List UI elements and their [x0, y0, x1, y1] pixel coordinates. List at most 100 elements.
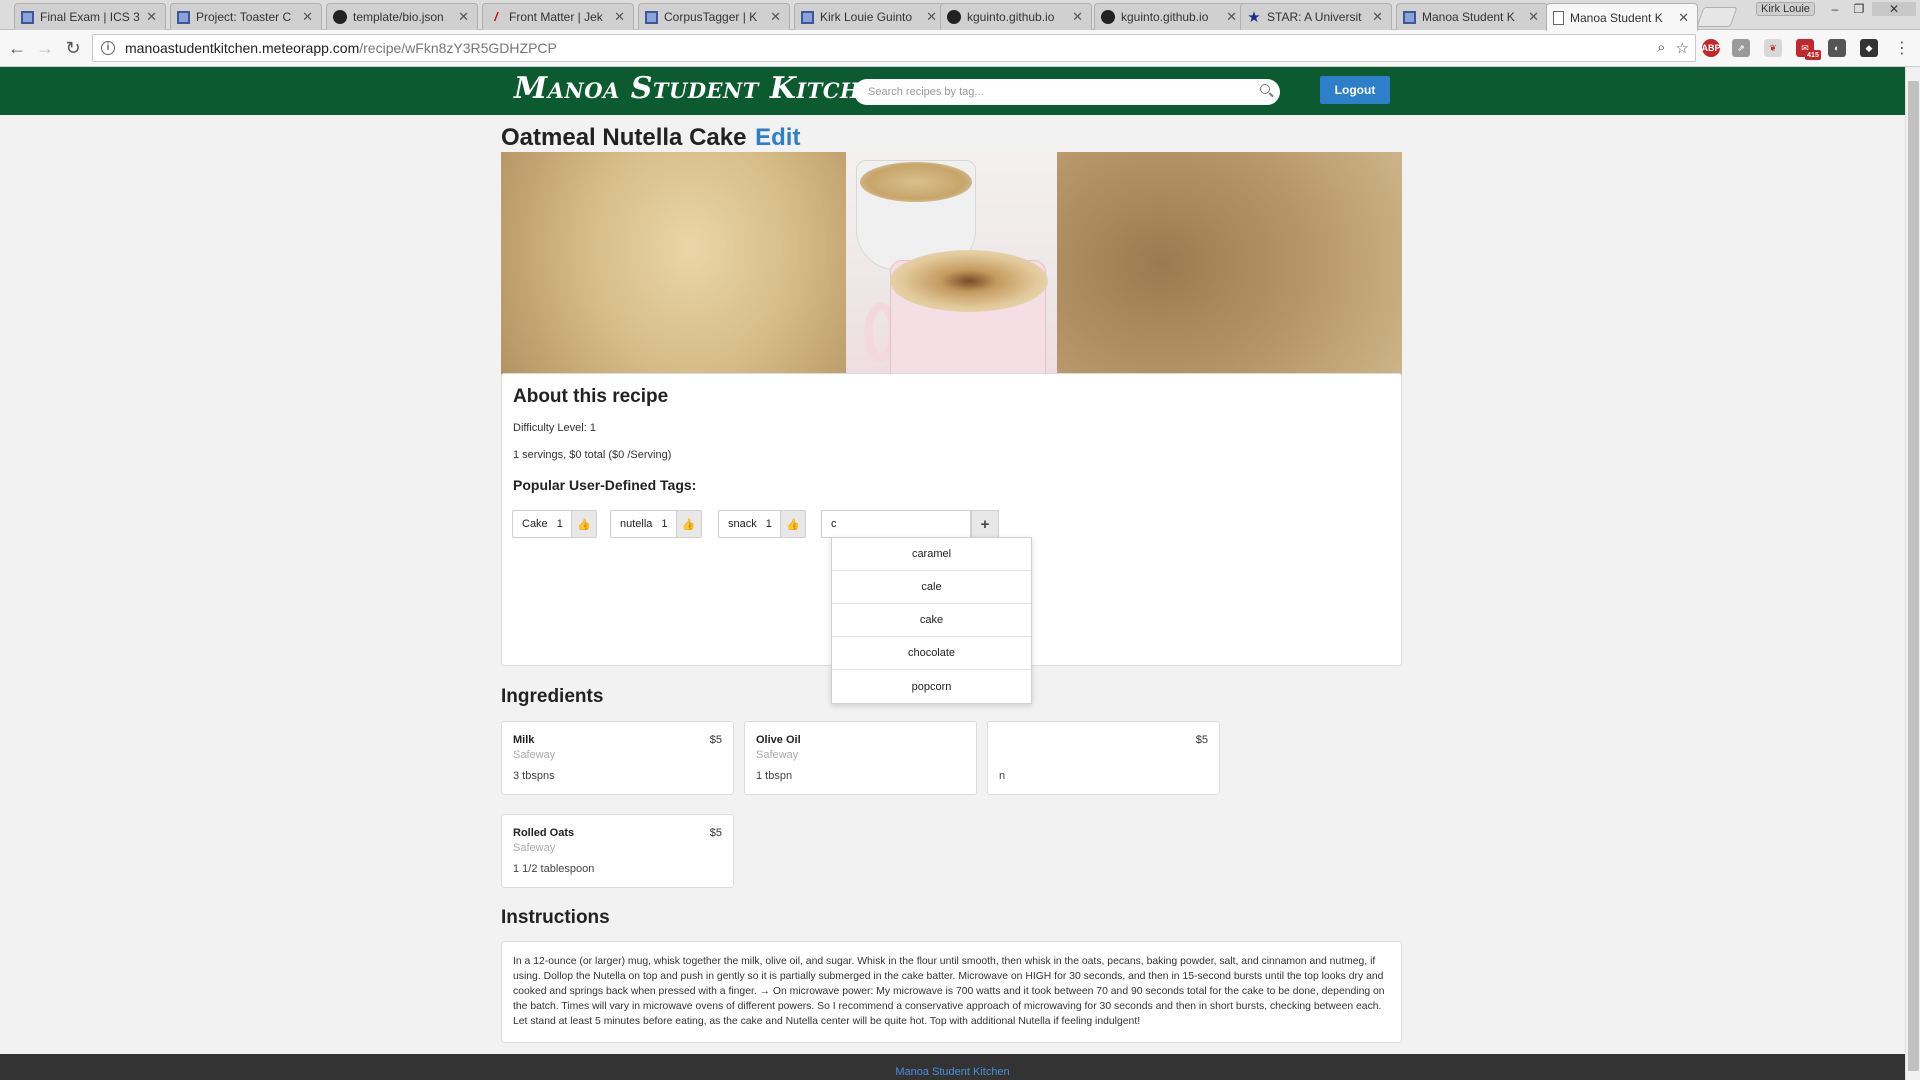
info-icon[interactable]: i — [101, 41, 115, 55]
close-icon[interactable]: ✕ — [1528, 9, 1539, 25]
browser-tab-active[interactable]: Manoa Student K ✕ — [1546, 3, 1698, 31]
shield-icon[interactable]: ◆ — [1860, 39, 1878, 57]
doc-icon — [177, 10, 190, 24]
suggestion-item[interactable]: caramel — [832, 538, 1031, 571]
ingredient-price: $5 — [709, 827, 722, 839]
browser-tab[interactable]: CorpusTagger | K ✕ — [638, 3, 790, 30]
tag-count: 1 — [661, 518, 668, 530]
browser-toolbar: ← → ↻ i manoastudentkitchen.meteorapp.co… — [0, 30, 1920, 67]
close-window-icon[interactable]: ✕ — [1872, 2, 1916, 16]
close-icon[interactable]: ✕ — [1226, 9, 1237, 25]
browser-tab[interactable]: kguinto.github.io ✕ — [1094, 3, 1246, 30]
tab-title: kguinto.github.io — [967, 10, 1055, 24]
site-navbar: Manoa Student Kitchen Search recipes by … — [0, 67, 1905, 115]
ingredient-card: Milk $5 Safeway 3 tbspns — [501, 721, 734, 795]
browser-tab[interactable]: ★ STAR: A Universit ✕ — [1240, 3, 1392, 30]
close-icon[interactable]: ✕ — [926, 9, 937, 25]
address-bar[interactable]: i manoastudentkitchen.meteorapp.com/reci… — [92, 34, 1696, 62]
back-icon[interactable]: ← — [6, 38, 28, 60]
adblock-icon[interactable]: ABP — [1702, 39, 1721, 57]
extension-icon[interactable]: ◐ — [1828, 39, 1846, 57]
forward-icon[interactable]: → — [34, 38, 56, 60]
tag-chip: nutella 1 👍 — [610, 510, 702, 538]
ingredient-store: Safeway — [756, 749, 799, 761]
browser-tab[interactable]: Kirk Louie Guinto ✕ — [794, 3, 946, 30]
close-icon[interactable]: ✕ — [614, 9, 625, 25]
reload-icon[interactable]: ↻ — [62, 38, 84, 60]
close-icon[interactable]: ✕ — [1678, 10, 1689, 26]
browser-tab[interactable]: Final Exam | ICS 3 ✕ — [14, 3, 166, 30]
jekyll-icon: / — [494, 10, 498, 24]
browser-tab[interactable]: kguinto.github.io ✕ — [940, 3, 1092, 30]
extension-icon[interactable]: ⇗ — [1732, 39, 1750, 57]
search-icon[interactable] — [1260, 84, 1270, 94]
suggestion-item[interactable]: cale — [832, 571, 1031, 604]
close-icon[interactable]: ✕ — [458, 9, 469, 25]
close-icon[interactable]: ✕ — [1072, 9, 1083, 25]
ingredient-quantity: n — [999, 770, 1006, 782]
tag-input[interactable]: c — [821, 510, 971, 538]
footer-link[interactable]: Manoa Student Kitchen — [0, 1066, 1905, 1078]
close-icon[interactable]: ✕ — [302, 9, 313, 25]
tab-title: Manoa Student K — [1570, 10, 1663, 25]
extension-icon[interactable]: ❦ — [1764, 39, 1782, 57]
close-icon[interactable]: ✕ — [146, 9, 157, 25]
close-icon[interactable]: ✕ — [770, 9, 781, 25]
ingredient-store: Safeway — [513, 749, 556, 761]
browser-tab[interactable]: Manoa Student K ✕ — [1396, 3, 1548, 30]
ingredient-price: $5 — [1195, 734, 1208, 746]
browser-tab[interactable]: Project: Toaster C ✕ — [170, 3, 322, 30]
minimize-icon[interactable]: – — [1824, 2, 1846, 16]
search-placeholder: Search recipes by tag... — [868, 86, 984, 98]
github-icon — [947, 10, 961, 24]
zoom-icon[interactable]: ⌕ — [1657, 39, 1665, 57]
mug-front-top — [890, 250, 1048, 312]
thumbs-up-icon[interactable]: 👍 — [570, 511, 596, 537]
new-tab-button[interactable] — [1696, 7, 1738, 27]
doc-icon — [21, 10, 34, 24]
restore-icon[interactable]: ❐ — [1848, 2, 1870, 16]
github-icon — [1101, 10, 1115, 24]
tag-name[interactable]: Cake — [513, 518, 557, 530]
ingredient-quantity: 3 tbspns — [513, 770, 555, 782]
suggestion-item[interactable]: cake — [832, 604, 1031, 637]
difficulty-level: Difficulty Level: 1 — [513, 422, 596, 434]
ingredient-quantity: 1 1/2 tablespoon — [513, 863, 595, 875]
add-tag-button[interactable]: + — [971, 510, 999, 538]
doc-icon — [1403, 10, 1416, 24]
ingredient-name: Rolled Oats — [513, 827, 575, 839]
page-icon — [1553, 10, 1564, 25]
suggestion-item[interactable]: popcorn — [832, 670, 1031, 703]
profile-button[interactable]: Kirk Louie — [1756, 2, 1815, 16]
search-input[interactable]: Search recipes by tag... — [854, 79, 1280, 105]
suggestion-item[interactable]: chocolate — [832, 637, 1031, 670]
tag-name[interactable]: nutella — [611, 518, 661, 530]
tab-title: Final Exam | ICS 3 — [40, 10, 140, 24]
site-footer: Manoa Student Kitchen — [0, 1054, 1905, 1080]
ingredient-price: $5 — [709, 734, 722, 746]
bookmark-star-icon[interactable]: ☆ — [1676, 39, 1689, 57]
logout-button[interactable]: Logout — [1320, 76, 1390, 104]
tag-name[interactable]: snack — [719, 518, 766, 530]
url-text[interactable]: manoastudentkitchen.meteorapp.com/recipe… — [125, 40, 557, 56]
tab-title: CorpusTagger | K — [664, 10, 758, 24]
tags-heading: Popular User-Defined Tags: — [513, 477, 697, 493]
site-logo[interactable]: Manoa Student Kitchen — [514, 71, 897, 106]
close-icon[interactable]: ✕ — [1372, 9, 1383, 25]
ingredient-card: Olive Oil Safeway 1 tbspn — [744, 721, 977, 795]
scrollbar-thumb[interactable] — [1908, 81, 1919, 1071]
about-heading: About this recipe — [513, 386, 669, 407]
browser-tab[interactable]: template/bio.json ✕ — [326, 3, 478, 30]
thumbs-up-icon[interactable]: 👍 — [779, 511, 805, 537]
menu-icon[interactable]: ⋮ — [1894, 38, 1910, 58]
tab-title: Manoa Student K — [1422, 10, 1515, 24]
browser-tab[interactable]: / Front Matter | Jek ✕ — [482, 3, 634, 30]
edit-link[interactable]: Edit — [755, 124, 800, 151]
ingredient-name: Olive Oil — [756, 734, 801, 746]
scrollbar[interactable] — [1905, 67, 1920, 1080]
instructions-text: In a 12-ounce (or larger) mug, whisk tog… — [513, 956, 1385, 1027]
servings-cost: 1 servings, $0 total ($0 /Serving) — [513, 449, 672, 461]
instructions-card: In a 12-ounce (or larger) mug, whisk tog… — [501, 941, 1402, 1043]
thumbs-up-icon[interactable]: 👍 — [675, 511, 701, 537]
tab-title: kguinto.github.io — [1121, 10, 1209, 24]
